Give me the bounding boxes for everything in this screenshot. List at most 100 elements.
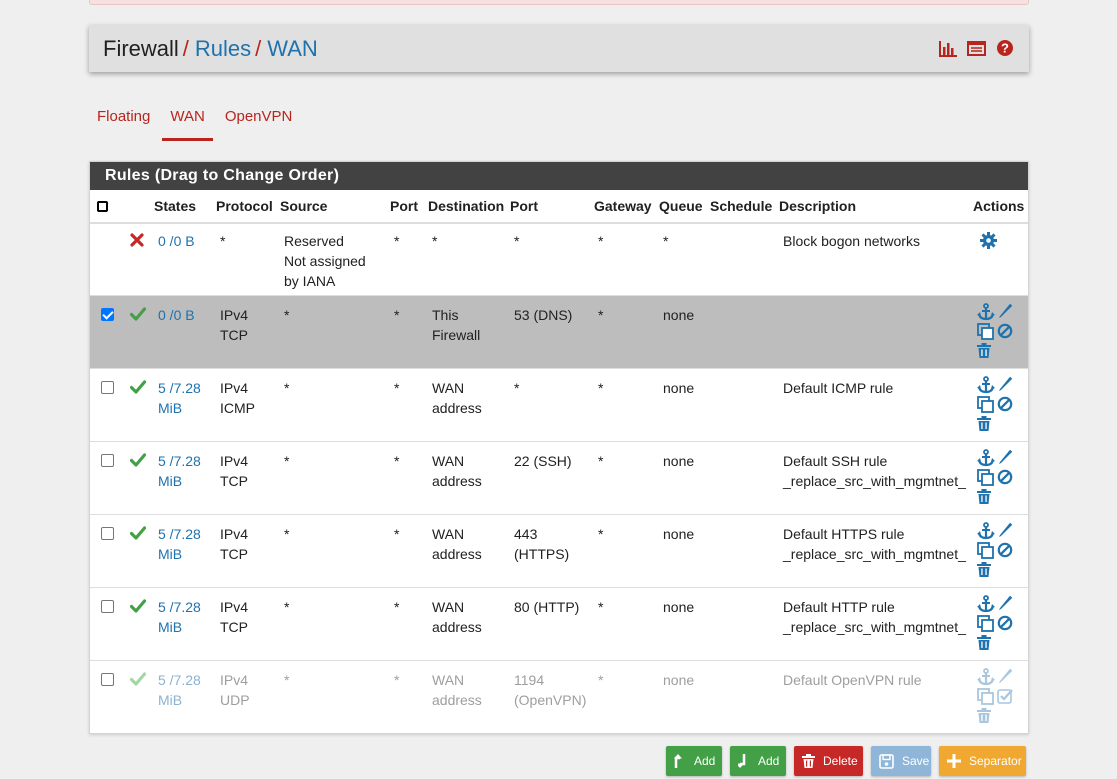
table-row[interactable]: 5 /7.28 MiB IPv4 TCP * * WAN address 443 (HTTPS)… (90, 513, 1028, 587)
states-link[interactable]: 5 /7.28 MiB (158, 672, 201, 708)
copy-icon[interactable] (977, 541, 995, 560)
anchor-icon[interactable] (977, 594, 995, 613)
anchor-icon[interactable] (977, 448, 995, 467)
states-link[interactable]: 0 /0 B (158, 307, 195, 323)
trash-icon[interactable] (977, 707, 995, 726)
gateway: * (598, 379, 604, 396)
row-select-checkbox[interactable] (101, 599, 114, 613)
tab-wan[interactable]: WAN (162, 99, 213, 141)
copy-icon[interactable] (977, 322, 995, 341)
states-cell: 5 /7.28 MiB (152, 367, 214, 441)
ban-icon[interactable] (997, 396, 1015, 414)
ban-icon[interactable] (997, 469, 1015, 487)
pencil-icon[interactable] (997, 595, 1015, 613)
ban-icon[interactable] (997, 615, 1015, 633)
states-link[interactable]: 5 /7.28 MiB (158, 380, 201, 416)
pencil-icon[interactable] (997, 522, 1015, 540)
table-row[interactable]: 5 /7.28 MiB IPv4 ICMP * * WAN address * * none Def… (90, 367, 1028, 441)
table-row[interactable]: 0 /0 B * Reserved Not assigned by IANA * * * * * B… (90, 222, 1028, 295)
add-rule-top-label: Add (694, 754, 716, 768)
anchor-icon[interactable] (977, 521, 995, 540)
destination-port-cell: 53 (DNS) (508, 294, 592, 368)
row-select-checkbox[interactable] (101, 672, 114, 686)
ban-icon[interactable] (997, 542, 1015, 560)
schedule-cell (708, 440, 777, 514)
row-select-checkbox[interactable] (101, 380, 114, 394)
states-link[interactable]: 5 /7.28 MiB (158, 453, 201, 489)
select-cell[interactable] (90, 513, 123, 587)
trash-icon[interactable] (977, 488, 995, 507)
pass-check-icon (129, 379, 147, 395)
destination-line: WAN (432, 452, 465, 469)
states-link[interactable]: 0 /0 B (158, 233, 195, 249)
states-cell: 5 /7.28 MiB (152, 513, 214, 587)
destination-port-cell: 1194 (OpenVPN) (508, 659, 592, 733)
row-select-checkbox[interactable] (101, 526, 114, 540)
source-port: * (394, 452, 400, 469)
bar-chart-icon[interactable] (938, 39, 957, 57)
select-cell[interactable] (90, 222, 123, 295)
row-select-checkbox[interactable] (101, 307, 114, 321)
states-link[interactable]: 5 /7.28 MiB (158, 599, 201, 635)
add-rule-top-button[interactable]: Add (666, 746, 722, 776)
trash-icon[interactable] (977, 415, 995, 434)
destination-line: address (432, 472, 482, 489)
anchor-icon[interactable] (977, 375, 995, 394)
copy-icon[interactable] (977, 395, 995, 414)
select-cell[interactable] (90, 440, 123, 514)
source-cell: * (278, 294, 388, 368)
help-icon[interactable]: ? (996, 39, 1015, 57)
pencil-icon[interactable] (997, 303, 1015, 321)
select-cell[interactable] (90, 367, 123, 441)
source-port-cell: * (388, 586, 426, 660)
column-header-queue: Queue (657, 190, 708, 224)
select-cell[interactable] (90, 659, 123, 733)
add-rule-bottom-button[interactable]: Add (730, 746, 786, 776)
rules-table: States Protocol Source Port Destination … (90, 190, 1028, 733)
copy-icon[interactable] (977, 687, 995, 706)
breadcrumb-rules-link[interactable]: Rules (195, 36, 251, 62)
trash-icon[interactable] (977, 634, 995, 653)
delete-button[interactable]: Delete (794, 746, 863, 776)
copy-icon[interactable] (977, 614, 995, 633)
pencil-icon[interactable] (997, 376, 1015, 394)
trash-icon[interactable] (977, 342, 995, 361)
actions-cell (971, 513, 1028, 587)
protocol-line: IPv4 (220, 379, 249, 396)
pencil-icon[interactable] (997, 668, 1015, 686)
breadcrumb-firewall: Firewall (103, 35, 179, 61)
states-link[interactable]: 5 /7.28 MiB (158, 526, 201, 562)
add-separator-button[interactable]: Separator (939, 746, 1026, 776)
save-button[interactable]: Save (871, 746, 931, 776)
select-all-cell[interactable] (90, 190, 123, 224)
copy-icon[interactable] (977, 468, 995, 487)
source-line: * (284, 306, 290, 323)
table-row[interactable]: 5 /7.28 MiB IPv4 TCP * * WAN address 80 (HTTP) *… (90, 586, 1028, 660)
ban-icon[interactable] (997, 323, 1015, 341)
source-port-cell: * (388, 659, 426, 733)
destination-cell: WAN address (426, 659, 508, 733)
pencil-icon[interactable] (997, 449, 1015, 467)
select-all-checkbox[interactable] (97, 200, 108, 212)
table-row[interactable]: 0 /0 B IPv4 TCP * * This Firewall 53 (DNS) * none (90, 294, 1028, 368)
select-cell[interactable] (90, 586, 123, 660)
anchor-icon[interactable] (977, 302, 995, 321)
tab-openvpn[interactable]: OpenVPN (217, 99, 301, 141)
source-line: * (284, 452, 290, 469)
table-row[interactable]: 5 /7.28 MiB IPv4 TCP * * WAN address 22 (SSH) * n… (90, 440, 1028, 514)
breadcrumb-wan-link[interactable]: WAN (267, 36, 318, 62)
protocol-line: TCP (220, 545, 248, 562)
row-select-checkbox[interactable] (101, 453, 114, 467)
description-cell (777, 294, 971, 368)
source-line: * (284, 671, 290, 688)
select-cell[interactable] (90, 294, 123, 368)
check-square-icon[interactable] (997, 688, 1015, 706)
table-row[interactable]: 5 /7.28 MiB IPv4 UDP * * WAN address 1194 (OpenV… (90, 659, 1028, 733)
table-list-icon[interactable] (967, 39, 986, 57)
tab-floating[interactable]: Floating (89, 99, 158, 141)
gear-icon[interactable] (980, 232, 998, 250)
anchor-icon[interactable] (977, 667, 995, 686)
destination-port-cell: 80 (HTTP) (508, 586, 592, 660)
column-header-protocol: Protocol (214, 190, 278, 224)
trash-icon[interactable] (977, 561, 995, 580)
